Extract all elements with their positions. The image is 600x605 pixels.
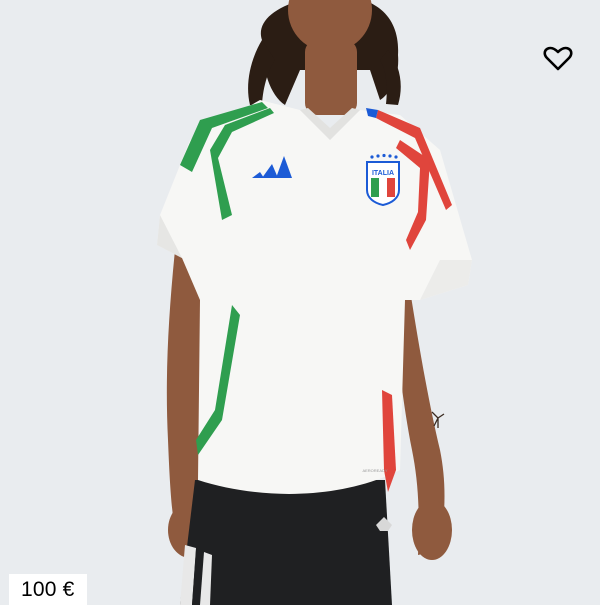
- fabric-tag: AEROREADY: [362, 468, 387, 473]
- product-card[interactable]: ITALIA AEROREADY 100 €: [0, 0, 600, 605]
- price-tag: 100 €: [9, 574, 87, 605]
- crest-text: ITALIA: [372, 170, 394, 177]
- italia-crest: ITALIA: [366, 153, 400, 207]
- product-image[interactable]: ITALIA AEROREADY: [0, 0, 600, 605]
- model-shorts: [180, 480, 392, 605]
- wishlist-button[interactable]: [542, 44, 574, 74]
- heart-outline-icon: [543, 46, 573, 71]
- price-value: 100 €: [21, 577, 75, 601]
